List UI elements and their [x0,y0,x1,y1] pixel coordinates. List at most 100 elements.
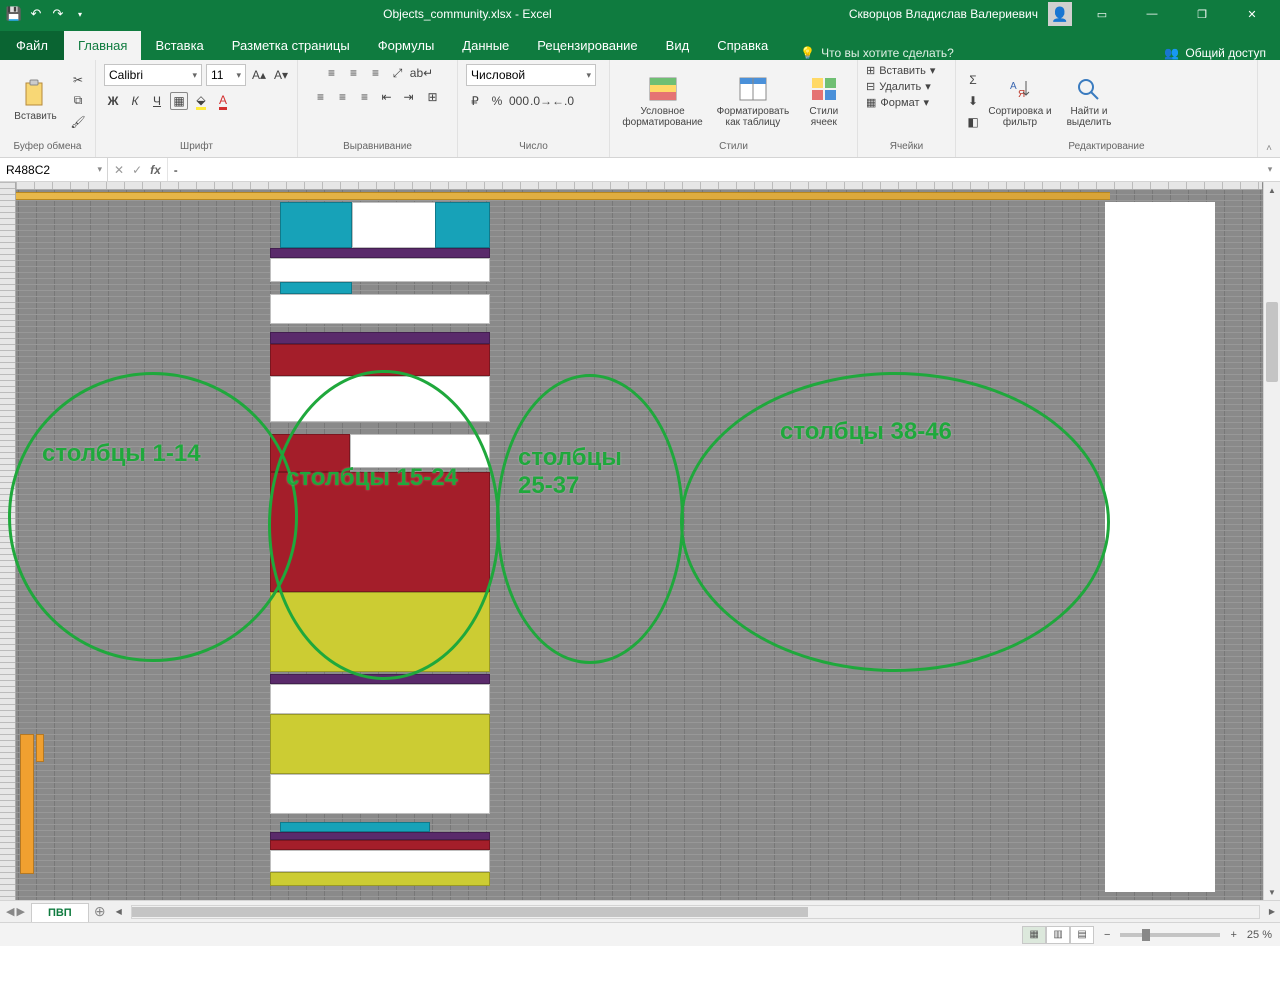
user-avatar-icon[interactable]: 👤 [1048,2,1072,26]
zoom-in-button[interactable]: + [1230,929,1236,941]
tab-page-layout[interactable]: Разметка страницы [218,31,364,60]
tab-insert[interactable]: Вставка [141,31,217,60]
merge-cells-button[interactable]: ⊞ [422,88,444,106]
tab-home[interactable]: Главная [64,31,141,60]
format-as-table-button[interactable]: Форматировать как таблицу [713,74,792,128]
name-box[interactable]: R488C2 [0,158,108,181]
format-painter-icon[interactable]: 🖌 [69,113,87,131]
sort-filter-button[interactable]: AЯ Сортировка и фильтр [988,74,1052,128]
zoom-slider[interactable] [1120,933,1220,937]
tab-help[interactable]: Справка [703,31,782,60]
ribbon: Вставить ✂ ⧉ 🖌 Буфер обмена Calibri 11 A… [0,60,1280,158]
orientation-icon[interactable]: ⤢ [389,64,407,82]
tab-view[interactable]: Вид [652,31,704,60]
group-font-label: Шрифт [96,141,297,157]
vertical-scrollbar[interactable]: ▲ ▼ [1263,182,1280,900]
comma-format-icon[interactable]: 000 [510,92,528,110]
enter-formula-icon[interactable]: ✓ [132,163,142,177]
zoom-slider-knob[interactable] [1142,929,1150,941]
page-layout-view-button[interactable]: ▥ [1046,926,1070,944]
normal-view-button[interactable]: ▦ [1022,926,1046,944]
insert-function-icon[interactable]: fx [150,163,161,177]
tab-formulas[interactable]: Формулы [364,31,449,60]
hscroll-left-icon[interactable]: ◀ [111,907,127,916]
title-bar: 💾 ↶ ↷ ▾ Objects_community.xlsx - Excel С… [0,0,1280,28]
align-right-icon[interactable]: ≡ [356,88,374,106]
decrease-font-icon[interactable]: A▾ [272,66,290,84]
decrease-decimal-icon[interactable]: ←.0 [554,92,572,110]
accounting-format-icon[interactable]: ₽ [466,92,484,110]
paste-button[interactable]: Вставить [8,79,63,122]
ribbon-display-options-icon[interactable]: ▭ [1082,0,1122,28]
formula-bar[interactable]: - [168,158,1260,181]
file-tab[interactable]: Файл [0,31,64,60]
zoom-out-button[interactable]: − [1104,929,1110,941]
align-bottom-icon[interactable]: ≡ [367,64,385,82]
sheet-tab-bar: ◀ ▶ ПВП ⊕ ◀ ▶ [0,900,1280,922]
fill-icon[interactable]: ⬇ [964,92,982,110]
delete-cells-button[interactable]: ⊟Удалить▾ [866,80,931,93]
hscroll-thumb[interactable] [132,907,808,917]
borders-icon[interactable]: ▦ [170,92,188,110]
italic-button[interactable]: К [126,92,144,110]
insert-cells-button[interactable]: ⊞Вставить▾ [866,64,935,77]
column-headers[interactable] [16,182,1262,190]
align-middle-icon[interactable]: ≡ [345,64,363,82]
share-icon[interactable]: 👥 [1164,46,1179,60]
fill-color-icon[interactable]: ⬙ [192,92,210,110]
hscroll-right-icon[interactable]: ▶ [1264,907,1280,916]
sheet-tab-active[interactable]: ПВП [31,903,89,922]
increase-font-icon[interactable]: A▴ [250,66,268,84]
conditional-formatting-button[interactable]: Условное форматирование [618,74,707,128]
cell-styles-button[interactable]: Стили ячеек [799,74,849,128]
close-button[interactable]: ✕ [1232,0,1272,28]
tab-nav-next-icon[interactable]: ▶ [16,905,24,918]
save-icon[interactable]: 💾 [6,6,22,22]
horizontal-scrollbar[interactable] [131,905,1260,919]
font-name-combo[interactable]: Calibri [104,64,202,86]
increase-decimal-icon[interactable]: .0→ [532,92,550,110]
expand-formula-bar-icon[interactable]: ▾ [1260,158,1280,181]
share-button[interactable]: Общий доступ [1185,46,1266,60]
redo-icon[interactable]: ↷ [50,6,66,22]
underline-button[interactable]: Ч [148,92,166,110]
format-cells-button[interactable]: ▦Формат▾ [866,96,929,109]
worksheet-grid[interactable]: столбцы 1-14 столбцы 15-24 столбцы 25-37… [0,182,1280,900]
tab-review[interactable]: Рецензирование [523,31,651,60]
cancel-formula-icon[interactable]: ✕ [114,163,124,177]
new-sheet-button[interactable]: ⊕ [89,903,111,920]
tell-me-bulb-icon[interactable]: 💡 [800,46,815,60]
percent-format-icon[interactable]: % [488,92,506,110]
tell-me-input[interactable]: Что вы хотите сделать? [821,46,954,60]
cut-icon[interactable]: ✂ [69,71,87,89]
cell-block [270,832,490,840]
bold-button[interactable]: Ж [104,92,122,110]
scroll-down-icon[interactable]: ▼ [1264,884,1280,900]
clear-icon[interactable]: ◧ [964,113,982,131]
qat-customize-icon[interactable]: ▾ [72,6,88,22]
svg-text:Я: Я [1018,89,1025,100]
wrap-text-button[interactable]: ab↵ [411,64,433,82]
find-select-button[interactable]: Найти и выделить [1058,74,1120,128]
tab-data[interactable]: Данные [448,31,523,60]
autosum-icon[interactable]: Σ [964,71,982,89]
increase-indent-icon[interactable]: ⇥ [400,88,418,106]
font-size-combo[interactable]: 11 [206,64,246,86]
font-color-icon[interactable]: A [214,92,232,110]
page-break-view-button[interactable]: ▤ [1070,926,1094,944]
align-left-icon[interactable]: ≡ [312,88,330,106]
copy-icon[interactable]: ⧉ [69,92,87,110]
maximize-button[interactable]: ❐ [1182,0,1222,28]
align-center-icon[interactable]: ≡ [334,88,352,106]
minimize-button[interactable]: — [1132,0,1172,28]
zoom-level[interactable]: 25 % [1247,929,1272,941]
number-format-combo[interactable]: Числовой [466,64,596,86]
tab-nav-prev-icon[interactable]: ◀ [6,905,14,918]
align-top-icon[interactable]: ≡ [323,64,341,82]
undo-icon[interactable]: ↶ [28,6,44,22]
scroll-thumb[interactable] [1266,302,1278,382]
collapse-ribbon-icon[interactable]: ˄ [1258,60,1280,157]
cell-block [270,840,490,850]
decrease-indent-icon[interactable]: ⇤ [378,88,396,106]
scroll-up-icon[interactable]: ▲ [1264,182,1280,198]
